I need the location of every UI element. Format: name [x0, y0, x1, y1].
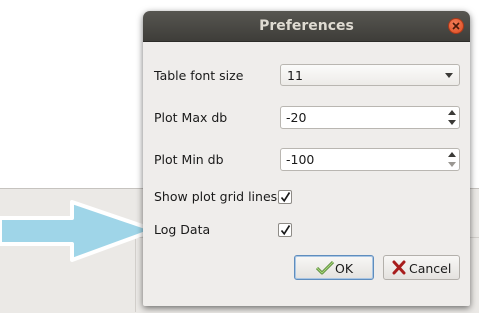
checkmark-icon [280, 192, 291, 203]
plot-max-db-value: -20 [286, 110, 307, 125]
ok-button[interactable]: OK [294, 255, 374, 280]
preferences-dialog: Preferences Table font size 11 Plot Max … [143, 11, 470, 306]
log-data-label: Log Data [154, 222, 211, 237]
chevron-down-icon [445, 73, 453, 78]
cancel-button-label: Cancel [409, 261, 452, 276]
title-bar: Preferences [143, 11, 470, 42]
log-data-checkbox[interactable] [278, 223, 292, 237]
plot-min-db-spinbox[interactable]: -100 [280, 148, 460, 171]
plot-max-db-spinbox[interactable]: -20 [280, 106, 460, 129]
table-font-size-select[interactable]: 11 [280, 64, 460, 86]
arrow-right-icon [0, 200, 156, 262]
cancel-button[interactable]: Cancel [383, 255, 460, 280]
ok-button-label: OK [335, 261, 354, 276]
dialog-title: Preferences [259, 18, 354, 34]
spin-down-icon[interactable] [447, 160, 457, 169]
x-icon [392, 260, 406, 275]
plot-min-db-label: Plot Min db [154, 152, 224, 167]
show-plot-grid-lines-checkbox[interactable] [278, 190, 292, 204]
plot-max-db-label: Plot Max db [154, 110, 228, 125]
spin-down-icon[interactable] [447, 118, 457, 127]
check-icon [316, 260, 334, 275]
table-font-size-label: Table font size [154, 68, 244, 83]
table-font-size-value: 11 [287, 68, 303, 83]
plot-min-db-value: -100 [286, 152, 315, 167]
spin-up-icon[interactable] [447, 108, 457, 117]
spin-up-icon[interactable] [447, 150, 457, 159]
show-plot-grid-lines-label: Show plot grid lines [154, 189, 278, 204]
close-icon [452, 22, 460, 30]
checkmark-icon [280, 225, 291, 236]
close-button[interactable] [448, 18, 464, 34]
